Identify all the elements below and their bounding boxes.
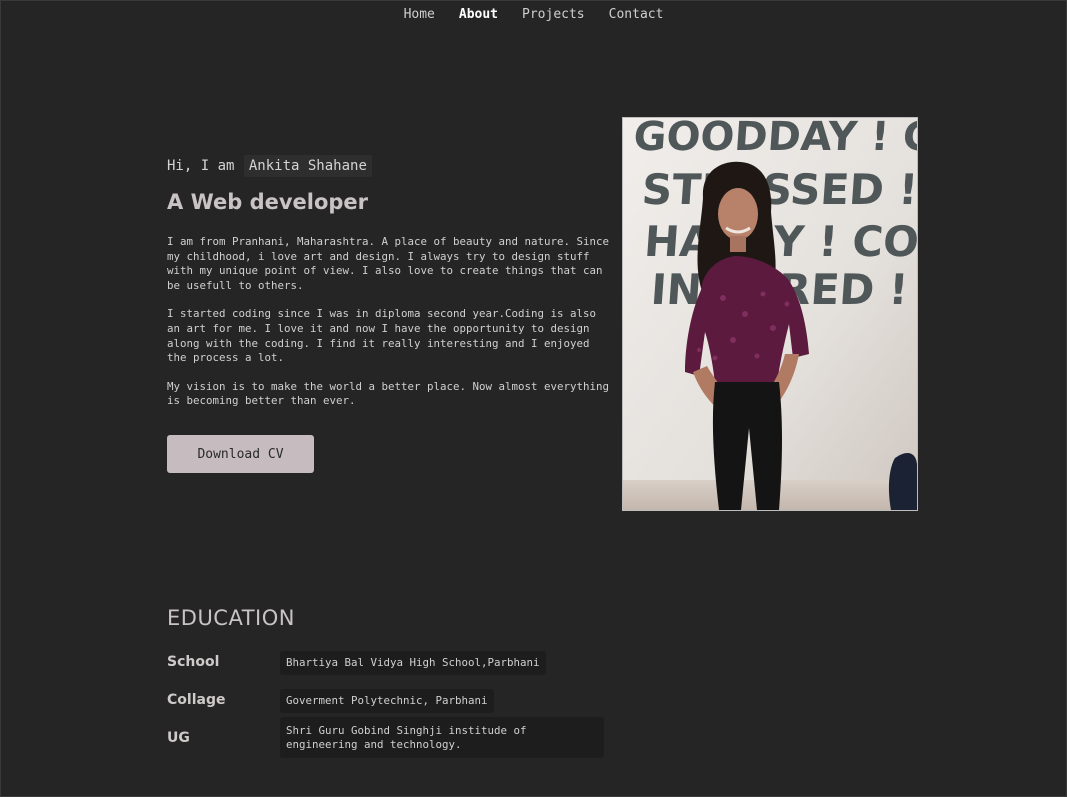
education-title: EDUCATION bbox=[167, 606, 295, 630]
bio: I am from Pranhani, Maharashtra. A place… bbox=[167, 235, 612, 409]
name-tag: Ankita Shahane bbox=[243, 155, 372, 177]
intro-section: Hi, I am Ankita Shahane A Web developer … bbox=[167, 155, 612, 409]
nav-projects[interactable]: Projects bbox=[510, 6, 597, 24]
nav-contact[interactable]: Contact bbox=[597, 6, 676, 24]
nav-home[interactable]: Home bbox=[392, 6, 447, 24]
education-value-school: Bhartiya Bal Vidya High School,Parbhani bbox=[280, 651, 546, 675]
role-heading: A Web developer bbox=[167, 190, 369, 214]
wall-text-line: GOODDAY ! CO bbox=[632, 118, 917, 160]
education-label-collage: Collage bbox=[167, 692, 226, 708]
profile-photo: GOODDAY ! CO STRESSED ! CO HAPPY ! COFF … bbox=[622, 117, 918, 511]
download-cv-button[interactable]: Download CV bbox=[167, 435, 314, 473]
wall-text-line: STRESSED ! CO bbox=[640, 165, 917, 214]
education-label-school: School bbox=[167, 654, 220, 670]
greeting: Hi, I am Ankita Shahane bbox=[167, 155, 612, 177]
education-value-collage: Goverment Polytechnic, Parbhani bbox=[280, 689, 494, 713]
wall-text-line: HAPPY ! COFF bbox=[643, 217, 917, 266]
top-nav: Home About Projects Contact bbox=[0, 6, 1067, 24]
education-value-ug: Shri Guru Gobind Singhji institude of en… bbox=[280, 717, 604, 758]
education-label-ug: UG bbox=[167, 730, 190, 746]
greeting-prefix: Hi, I am bbox=[167, 158, 235, 174]
bio-paragraph: I am from Pranhani, Maharashtra. A place… bbox=[167, 235, 610, 292]
bio-paragraph: My vision is to make the world a better … bbox=[167, 379, 610, 408]
nav-about[interactable]: About bbox=[447, 6, 510, 24]
bio-paragraph: I started coding since I was in diploma … bbox=[167, 307, 597, 365]
